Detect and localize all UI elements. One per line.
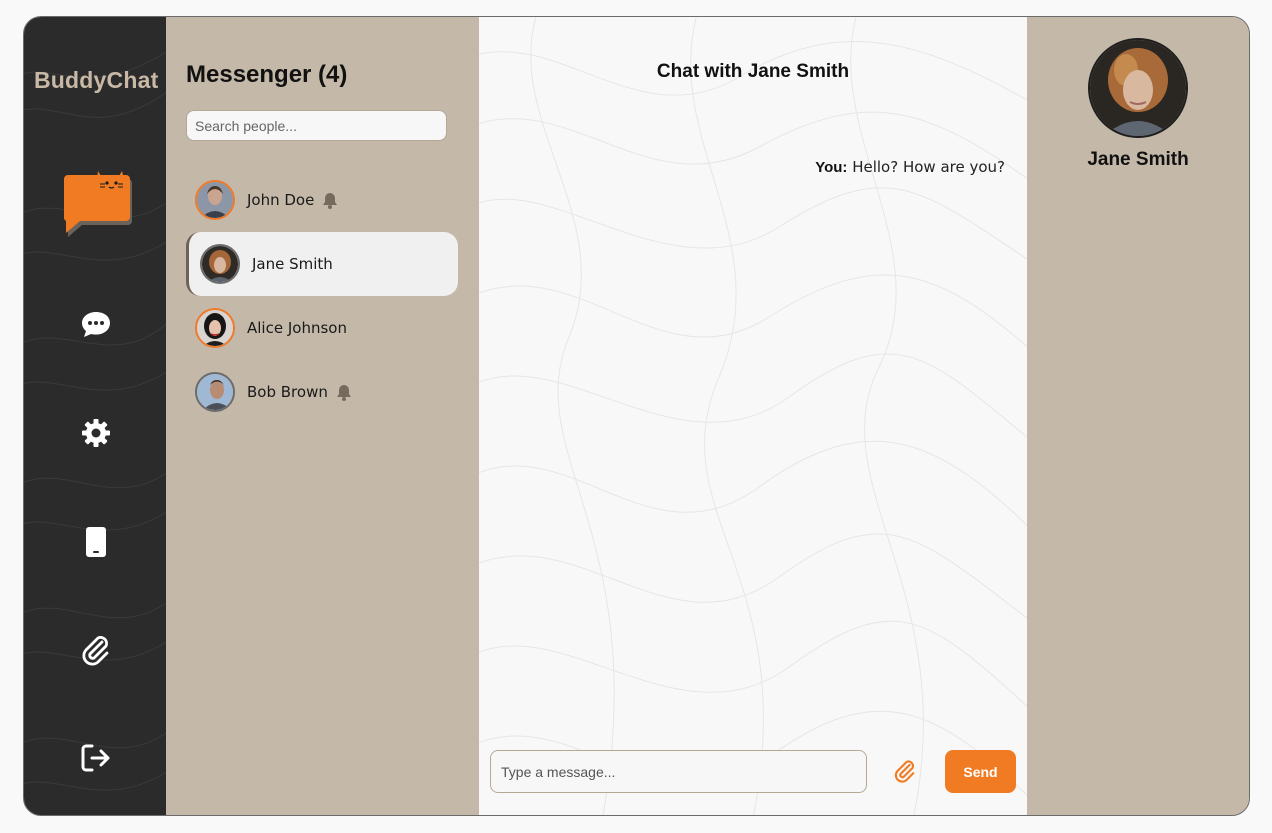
app-window: BuddyChat Messenger (4) Search people...… xyxy=(23,16,1250,816)
nav-chats-button[interactable] xyxy=(76,307,116,347)
profile-panel: Jane Smith xyxy=(1027,17,1249,815)
chat-panel: Chat with Jane Smith You: Hello? How are… xyxy=(479,17,1027,815)
nav-rail: BuddyChat xyxy=(24,17,166,815)
nav-attachments-button[interactable] xyxy=(76,632,116,672)
mobile-phone-icon xyxy=(85,526,107,562)
bell-icon xyxy=(322,192,338,209)
contact-item-alice-johnson[interactable]: Alice Johnson xyxy=(186,296,458,360)
contact-item-jane-smith[interactable]: Jane Smith xyxy=(186,232,458,296)
logout-icon xyxy=(80,743,112,777)
gear-icon xyxy=(81,418,111,452)
message-bubble: You: Hello? How are you? xyxy=(815,158,1005,176)
chat-title: Chat with Jane Smith xyxy=(656,61,850,82)
nav-settings-button[interactable] xyxy=(76,415,116,455)
app-logo-text: BuddyChat xyxy=(34,67,159,93)
send-button[interactable]: Send xyxy=(945,750,1016,793)
contact-name: Bob Brown xyxy=(247,383,328,401)
contact-name: John Doe xyxy=(247,191,315,209)
chat-bubble-icon xyxy=(80,310,112,344)
paperclip-icon xyxy=(893,760,917,787)
contact-name: Jane Smith xyxy=(252,255,333,273)
avatar xyxy=(195,372,235,412)
paperclip-icon xyxy=(80,634,112,670)
avatar xyxy=(200,244,240,284)
contact-name: Alice Johnson xyxy=(247,319,347,337)
nav-logout-button[interactable] xyxy=(76,740,116,780)
attach-file-button[interactable] xyxy=(893,759,917,787)
search-input[interactable] xyxy=(186,110,447,141)
chat-background-pattern xyxy=(479,17,1027,815)
profile-name: Jane Smith xyxy=(1087,149,1189,170)
profile-avatar xyxy=(1088,38,1188,138)
avatar xyxy=(195,180,235,220)
message-sender: You: xyxy=(815,159,848,176)
people-panel: Messenger (4) John Doe Jane Smith Alice … xyxy=(166,17,479,815)
avatar xyxy=(195,308,235,348)
cat-chat-logo-icon xyxy=(60,171,134,241)
messenger-title: Messenger (4) xyxy=(186,61,348,88)
message-text: Hello? How are you? xyxy=(852,158,1005,176)
nav-mobile-button[interactable] xyxy=(76,524,116,564)
contact-item-bob-brown[interactable]: Bob Brown xyxy=(186,360,458,424)
bell-icon xyxy=(336,384,352,401)
contact-item-john-doe[interactable]: John Doe xyxy=(186,168,458,232)
message-input[interactable] xyxy=(490,750,867,793)
